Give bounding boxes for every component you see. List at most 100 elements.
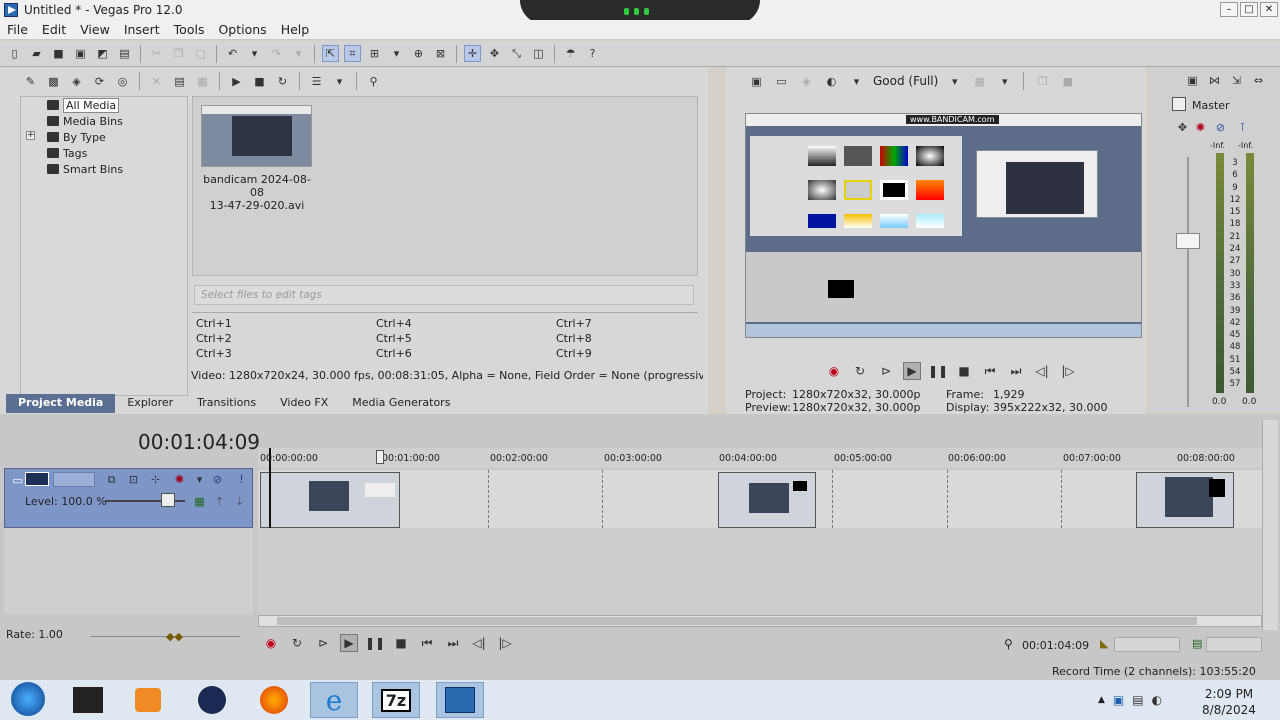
taskbar-app[interactable] bbox=[64, 682, 112, 718]
tag-shortcut[interactable]: Ctrl+1 bbox=[196, 317, 232, 330]
preview-quality-select[interactable]: Good (Full) bbox=[873, 74, 938, 88]
taskbar-app[interactable] bbox=[250, 682, 298, 718]
video-track-lane[interactable] bbox=[258, 470, 1262, 528]
tree-item-smart-bins[interactable]: Smart Bins bbox=[47, 161, 123, 177]
render-icon[interactable]: ◩ bbox=[94, 45, 111, 62]
region-length-field[interactable] bbox=[1206, 637, 1262, 652]
paste-icon[interactable]: ▢ bbox=[192, 45, 209, 62]
network-icon[interactable]: ▤ bbox=[1132, 693, 1143, 707]
record-button[interactable]: ◉ bbox=[262, 634, 280, 652]
video-clip[interactable] bbox=[260, 472, 400, 528]
master-fx-icon[interactable]: ✺ bbox=[1192, 119, 1209, 136]
video-clip[interactable] bbox=[1136, 472, 1234, 528]
master-volume-fader[interactable] bbox=[1176, 233, 1200, 249]
preview-properties-icon[interactable]: ▣ bbox=[748, 73, 765, 90]
taskbar-app[interactable] bbox=[188, 682, 236, 718]
stop-button[interactable]: ■ bbox=[955, 362, 973, 380]
play-from-start-button[interactable]: ⊳ bbox=[877, 362, 895, 380]
track-minimize-icon[interactable]: ▭ bbox=[9, 472, 26, 489]
go-to-start-button[interactable]: ⏮ bbox=[981, 362, 999, 380]
undo-icon[interactable]: ↶ bbox=[224, 45, 241, 62]
menu-insert[interactable]: Insert bbox=[117, 22, 167, 37]
menu-view[interactable]: View bbox=[73, 22, 117, 37]
get-media-icon[interactable]: ◈ bbox=[68, 73, 85, 90]
tab-media-generators[interactable]: Media Generators bbox=[340, 394, 462, 413]
cursor-position-field[interactable]: 00:01:04:09 bbox=[1022, 639, 1089, 652]
tree-item-all-media[interactable]: All Media bbox=[47, 97, 120, 113]
pause-button[interactable]: ❚❚ bbox=[365, 634, 385, 652]
save-as-icon[interactable]: ▣ bbox=[72, 45, 89, 62]
timeline-ruler[interactable]: 00:00:00:00 00:01:00:00 00:02:00:00 00:0… bbox=[258, 448, 1262, 468]
scrollbar-thumb[interactable] bbox=[277, 617, 1197, 625]
copy-snapshot-icon[interactable]: ❐ bbox=[1034, 73, 1051, 90]
lock-faders-icon[interactable]: ⇔ bbox=[1250, 72, 1267, 89]
overlays-dropdown-icon[interactable]: ▾ bbox=[996, 73, 1013, 90]
master-select-checkbox[interactable] bbox=[1172, 97, 1186, 111]
record-button[interactable]: ◉ bbox=[825, 362, 843, 380]
track-composite-mode-icon[interactable]: ▦ bbox=[191, 493, 208, 510]
save-icon[interactable]: ■ bbox=[50, 45, 67, 62]
remove-media-icon[interactable]: ✕ bbox=[148, 73, 165, 90]
go-to-end-button[interactable]: ⏭ bbox=[444, 634, 462, 652]
track-effects-icon[interactable]: ✺ bbox=[171, 471, 188, 488]
stop-preview-icon[interactable]: ■ bbox=[251, 73, 268, 90]
media-fx-disabled-icon[interactable]: ▦ bbox=[194, 73, 211, 90]
video-clip[interactable] bbox=[718, 472, 816, 528]
tab-project-media[interactable]: Project Media bbox=[6, 394, 116, 413]
taskbar-app[interactable]: e bbox=[310, 682, 358, 718]
taskbar-app[interactable] bbox=[436, 682, 484, 718]
go-to-start-button[interactable]: ⏮ bbox=[418, 634, 436, 652]
next-frame-button[interactable]: |▷ bbox=[1059, 362, 1077, 380]
selection-tool-icon[interactable]: ⊞ bbox=[366, 45, 383, 62]
undo-dropdown-icon[interactable]: ▾ bbox=[246, 45, 263, 62]
auto-crossfade-icon[interactable]: ✛ bbox=[464, 45, 481, 62]
capture-video-icon[interactable]: ▩ bbox=[45, 73, 62, 90]
loop-playback-button[interactable]: ↻ bbox=[288, 634, 306, 652]
master-properties-icon[interactable]: ▣ bbox=[1184, 72, 1201, 89]
normal-edit-tool-icon[interactable]: ⇱ bbox=[322, 45, 339, 62]
tag-shortcut[interactable]: Ctrl+7 bbox=[556, 317, 592, 330]
volume-icon[interactable]: ◐ bbox=[1152, 693, 1162, 707]
search-media-icon[interactable]: ⚲ bbox=[365, 73, 382, 90]
overlays-icon[interactable]: ▦ bbox=[971, 73, 988, 90]
redo-dropdown-icon[interactable]: ▾ bbox=[290, 45, 307, 62]
external-monitor-icon[interactable]: ▭ bbox=[773, 73, 790, 90]
play-button[interactable]: ▶ bbox=[340, 634, 358, 652]
envelope-tool-icon[interactable]: ⌗ bbox=[344, 45, 361, 62]
stop-button[interactable]: ■ bbox=[392, 634, 410, 652]
open-folder-icon[interactable]: ▰ bbox=[28, 45, 45, 62]
new-file-icon[interactable]: ▯ bbox=[6, 45, 23, 62]
track-compositing-icon[interactable]: ⊹ bbox=[147, 471, 164, 488]
tag-shortcut[interactable]: Ctrl+5 bbox=[376, 332, 412, 345]
minimize-button[interactable]: – bbox=[1220, 2, 1238, 17]
tray-expand-icon[interactable]: ▲ bbox=[1098, 695, 1105, 705]
menu-options[interactable]: Options bbox=[211, 22, 273, 37]
empty-track-area[interactable] bbox=[258, 528, 1262, 616]
rate-slider-track[interactable] bbox=[90, 636, 240, 637]
rate-slider-thumb[interactable]: ◆◆ bbox=[166, 630, 183, 643]
video-track-header[interactable]: ▭ ⧉ ⊡ ⊹ ✺ ▾ ⊘ ! Level: 100.0 % ▦ ⇡ ⇣ bbox=[4, 468, 253, 528]
lock-envelopes-icon[interactable]: ⊠ bbox=[432, 45, 449, 62]
start-button[interactable] bbox=[4, 681, 52, 717]
play-button[interactable]: ▶ bbox=[903, 362, 921, 380]
tag-input[interactable]: Select files to edit tags bbox=[194, 285, 694, 305]
dim-output-icon[interactable]: ⇲ bbox=[1228, 72, 1245, 89]
save-snapshot-icon[interactable]: ■ bbox=[1059, 73, 1076, 90]
refresh-icon[interactable]: ⟳ bbox=[91, 73, 108, 90]
expand-by-type-icon[interactable]: + bbox=[26, 131, 35, 140]
views-icon[interactable]: ☰ bbox=[308, 73, 325, 90]
menu-tools[interactable]: Tools bbox=[167, 22, 212, 37]
loop-region-field[interactable] bbox=[1114, 637, 1180, 652]
track-name-field[interactable] bbox=[53, 472, 95, 487]
downmix-icon[interactable]: ⋈ bbox=[1206, 72, 1223, 89]
bandicam-tray-icon[interactable]: ▣ bbox=[1113, 693, 1124, 707]
menu-help[interactable]: Help bbox=[274, 22, 317, 37]
master-mute-icon[interactable]: ⊘ bbox=[1212, 119, 1229, 136]
whats-this-help-icon[interactable]: ? bbox=[584, 45, 601, 62]
tab-transitions[interactable]: Transitions bbox=[185, 394, 268, 413]
next-frame-button[interactable]: |▷ bbox=[496, 634, 514, 652]
master-solo-icon[interactable]: ⊺ bbox=[1234, 119, 1251, 136]
tag-shortcut[interactable]: Ctrl+4 bbox=[376, 317, 412, 330]
pause-button[interactable]: ❚❚ bbox=[928, 362, 948, 380]
track-fx-icon[interactable]: ⊡ bbox=[125, 471, 142, 488]
